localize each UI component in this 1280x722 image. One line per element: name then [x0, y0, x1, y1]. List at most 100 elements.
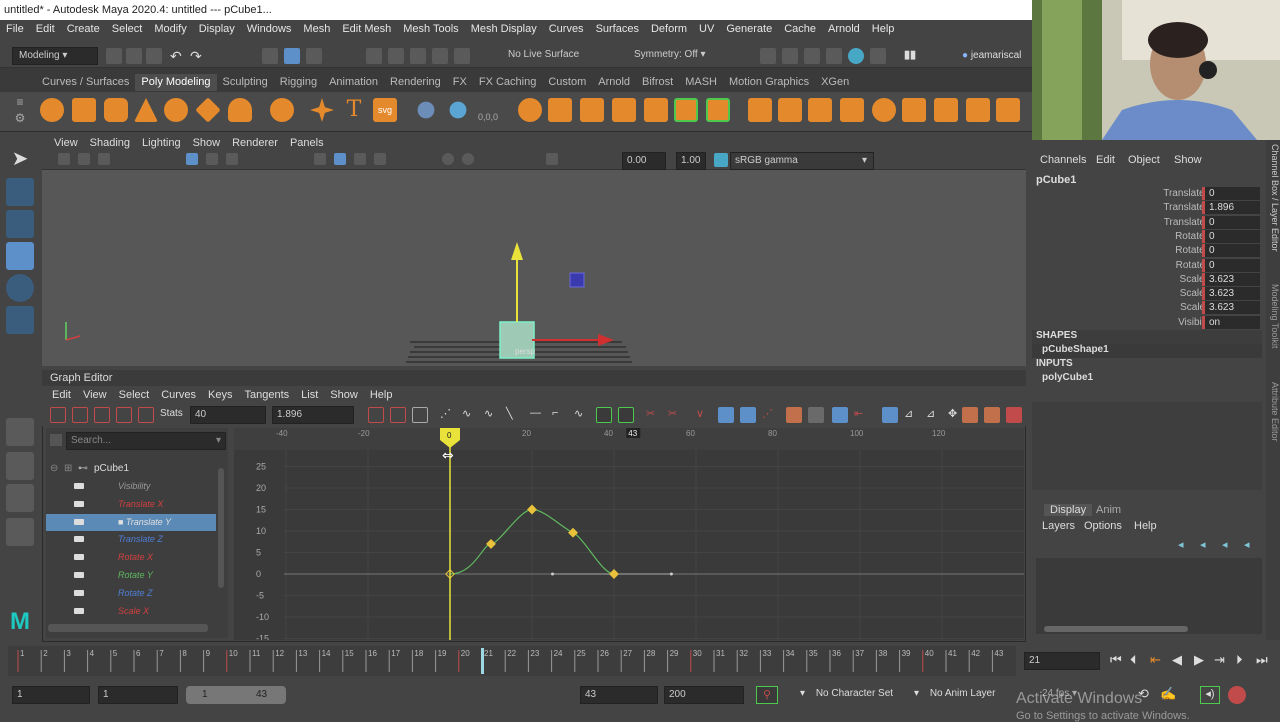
gamma-field[interactable]: 1.00	[676, 152, 706, 170]
spline-tangent-icon[interactable]: ∿	[462, 407, 478, 423]
animation-end-field[interactable]: 200	[664, 686, 744, 704]
cb-attribute-value[interactable]: 0	[1202, 244, 1260, 258]
clip-icon[interactable]	[1006, 407, 1022, 423]
cb-menu-channels[interactable]: Channels	[1040, 154, 1086, 166]
vp-menu-lighting[interactable]: Lighting	[136, 134, 187, 152]
paint-select-tool-icon[interactable]	[6, 210, 34, 238]
channel-row[interactable]: Translate Z	[46, 531, 216, 548]
filter-icon[interactable]	[50, 434, 62, 446]
move-tool-icon[interactable]	[6, 242, 34, 270]
playback-start-field[interactable]: 1	[98, 686, 178, 704]
cb-attribute-row[interactable]: Rotate X0	[1032, 229, 1262, 244]
layer-tab-anim[interactable]: Anim	[1096, 504, 1121, 516]
save-scene-icon[interactable]	[146, 48, 162, 64]
unfold-icon[interactable]	[996, 98, 1020, 122]
platonic-solid-icon[interactable]	[270, 98, 294, 122]
shelf-tab-motion-graphics[interactable]: Motion Graphics	[723, 74, 815, 91]
shelf-tab-custom[interactable]: Custom	[542, 74, 592, 91]
move-nearest-key-icon[interactable]	[50, 407, 66, 423]
bookmark-icon[interactable]	[78, 153, 90, 165]
cb-attribute-row[interactable]: Translate Y 1.896	[1032, 201, 1262, 215]
keyframe[interactable]	[568, 527, 578, 538]
poly-disc-icon[interactable]	[228, 98, 252, 122]
cb-attribute-row[interactable]: Scale X 3.623	[1032, 272, 1262, 287]
lasso-tool-icon[interactable]	[6, 178, 34, 206]
free-tangent-weight-icon[interactable]: ✂	[668, 407, 684, 423]
color-management-icon[interactable]	[714, 153, 728, 167]
poly-sphere-icon[interactable]	[40, 98, 64, 122]
script-editor-icon[interactable]	[1228, 686, 1246, 704]
pause-icon[interactable]: ▮▮	[904, 48, 920, 64]
snap-grid-icon[interactable]	[366, 48, 382, 64]
planar-map-icon[interactable]	[934, 98, 958, 122]
side-tab-attribute-editor[interactable]: Attribute Editor	[1266, 382, 1280, 462]
textured-icon[interactable]	[354, 153, 366, 165]
exposure-icon[interactable]	[546, 153, 558, 165]
sweep-mesh-icon[interactable]	[417, 101, 435, 119]
text-tool-icon[interactable]: T	[342, 98, 366, 122]
weighted-tangents-icon[interactable]: ∨	[696, 407, 712, 423]
separate-icon[interactable]	[548, 98, 572, 122]
camera-view-icon[interactable]	[962, 407, 978, 423]
menu-uv[interactable]: UV	[693, 20, 720, 38]
channel-row[interactable]: ■ Translate Y	[46, 513, 216, 531]
live-surface-field[interactable]: No Live Surface	[502, 47, 598, 65]
shelf-tab-mash[interactable]: MASH	[679, 74, 723, 91]
sound-icon[interactable]: ◂)	[1200, 686, 1220, 704]
resolution-gate-icon[interactable]	[226, 153, 238, 165]
open-scene-icon[interactable]	[126, 48, 142, 64]
playback-end-field[interactable]: 43	[580, 686, 658, 704]
menu-create[interactable]: Create	[61, 20, 106, 38]
lights-icon[interactable]	[374, 153, 386, 165]
menu-edit[interactable]: Edit	[30, 20, 61, 38]
vp-menu-shading[interactable]: Shading	[84, 134, 136, 152]
select-component-icon[interactable]	[306, 48, 322, 64]
menu-curves[interactable]: Curves	[543, 20, 590, 38]
arnold-render-icon[interactable]	[848, 48, 864, 64]
fill-hole-icon[interactable]	[840, 98, 864, 122]
insert-key-icon[interactable]	[72, 407, 88, 423]
shelf-tab-fx-caching[interactable]: FX Caching	[473, 74, 542, 91]
outliner-h-scrollbar[interactable]	[48, 624, 208, 632]
cb-attribute-value[interactable]: on	[1202, 315, 1260, 329]
keyframe[interactable]	[486, 538, 496, 549]
poly-cone-icon[interactable]	[134, 98, 158, 122]
stacked-curves-icon[interactable]	[882, 407, 898, 423]
time-slider[interactable]: 1 2 3 4 5 6 7 8 9 10 11 12 13 14 15 16 17 18 19 20 21 22 23 24 2…	[0, 646, 1280, 676]
vp-menu-show[interactable]: Show	[187, 134, 227, 152]
undo-icon[interactable]: ↶	[170, 48, 186, 64]
smooth-icon[interactable]	[580, 98, 604, 122]
linear-tangent-icon[interactable]: ╲	[506, 407, 522, 423]
plateau-tangent-icon[interactable]: ∿	[574, 407, 590, 423]
curve-graph[interactable]: -40 -20 20 40 60 80 100 120 25 20 15 10 5 0 -5 -10 -15 0 4…	[234, 428, 1024, 644]
target-weld-icon[interactable]	[808, 98, 832, 122]
time-snap-icon[interactable]: ⋰	[762, 407, 778, 423]
ge-menu-keys[interactable]: Keys	[202, 386, 238, 404]
step-back-frame-icon[interactable]: ⏴	[1130, 652, 1137, 668]
super-shape-icon[interactable]	[310, 98, 334, 122]
outliner-search-field[interactable]: Search... ▾	[66, 432, 226, 450]
scale-tool-icon[interactable]	[6, 306, 34, 334]
keyframe[interactable]	[609, 569, 619, 579]
normalize-icon[interactable]	[832, 407, 848, 423]
layer-menu-help[interactable]: Help	[1134, 520, 1157, 532]
anim-layer-dropdown[interactable]: ▾ No Anim Layer	[914, 688, 1024, 704]
mirror-icon[interactable]	[644, 98, 668, 122]
symmetry-dropdown[interactable]: Symmetry: Off ▾	[628, 47, 718, 65]
graph-plot-area[interactable]: -40 -20 20 40 60 80 100 120 25 20 15 10 5 0 -5 -10 -15 0 4…	[234, 428, 1024, 644]
cb-attribute-row[interactable]: Rotate Y0	[1032, 244, 1262, 258]
cb-attribute-row[interactable]: Visibility on	[1032, 315, 1262, 330]
layer-tab-display[interactable]: Display	[1044, 504, 1093, 516]
new-layer-icon[interactable]: ◂	[1222, 538, 1228, 551]
ge-menu-help[interactable]: Help	[364, 386, 399, 404]
render-view-icon[interactable]	[870, 48, 886, 64]
camera-attributes-icon[interactable]	[58, 153, 70, 165]
region-tool-icon[interactable]	[116, 407, 132, 423]
stats-frame-field[interactable]: 40	[190, 406, 266, 424]
step-back-key-icon[interactable]: ⇤	[1150, 652, 1161, 668]
select-hierarchy-icon[interactable]	[262, 48, 278, 64]
cb-menu-object[interactable]: Object	[1128, 154, 1160, 166]
ge-menu-select[interactable]: Select	[113, 386, 156, 404]
render-icon[interactable]	[760, 48, 776, 64]
redo-icon[interactable]: ↷	[190, 48, 206, 64]
